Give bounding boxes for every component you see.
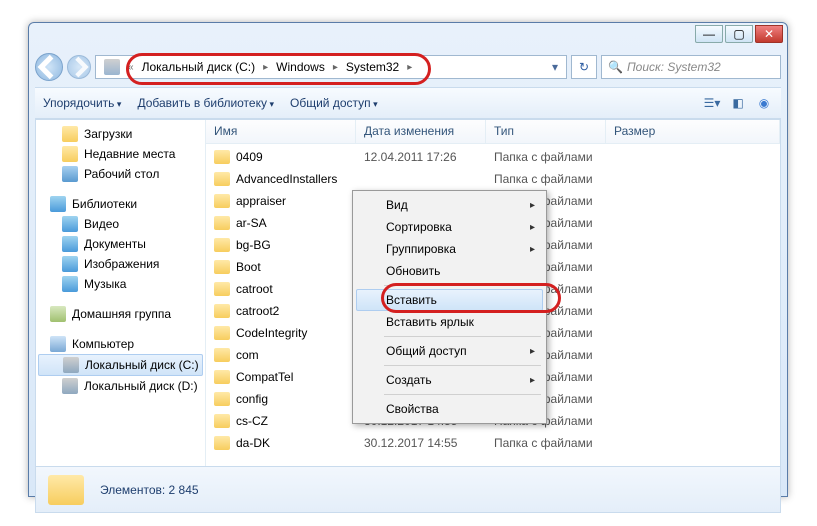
breadcrumb-segment[interactable]: Windows — [270, 56, 331, 78]
folder-icon — [214, 392, 230, 406]
table-row[interactable]: 040912.04.2011 17:26Папка с файлами — [206, 146, 780, 168]
column-size[interactable]: Размер — [606, 120, 780, 143]
nav-forward-button[interactable] — [67, 55, 91, 79]
breadcrumb-segment[interactable]: Локальный диск (C:) — [136, 56, 262, 78]
folder-icon — [214, 260, 230, 274]
column-date[interactable]: Дата изменения — [356, 120, 486, 143]
tree-computer[interactable]: Компьютер — [36, 334, 205, 354]
share-menu[interactable]: Общий доступ — [290, 96, 378, 110]
drive-icon — [104, 59, 120, 75]
tree-recent[interactable]: Недавние места — [36, 144, 205, 164]
ctx-properties[interactable]: Свойства — [356, 398, 543, 420]
tree-video[interactable]: Видео — [36, 214, 205, 234]
chevron-right-icon: ▸ — [261, 62, 270, 73]
tree-drive-d[interactable]: Локальный диск (D:) — [36, 376, 205, 396]
drive-icon — [63, 357, 79, 373]
homegroup-icon — [50, 306, 66, 322]
folder-icon — [214, 150, 230, 164]
ctx-view[interactable]: Вид — [356, 194, 543, 216]
address-bar[interactable]: « Локальный диск (C:) ▸ Windows ▸ System… — [95, 55, 567, 79]
organize-menu[interactable]: Упорядочить — [43, 96, 121, 110]
chevron-right-icon: ▸ — [405, 62, 414, 73]
ctx-paste[interactable]: Вставить — [356, 289, 543, 311]
desktop-icon — [62, 166, 78, 182]
column-name[interactable]: Имя — [206, 120, 356, 143]
tree-drive-c[interactable]: Локальный диск (C:) — [38, 354, 203, 376]
maximize-button[interactable]: ▢ — [725, 25, 753, 43]
music-icon — [62, 276, 78, 292]
tree-homegroup[interactable]: Домашняя группа — [36, 304, 205, 324]
view-options-icon[interactable]: ☰▾ — [703, 94, 721, 112]
add-to-library-menu[interactable]: Добавить в библиотеку — [137, 96, 274, 110]
context-menu: Вид Сортировка Группировка Обновить Вста… — [352, 190, 547, 424]
chevron-right-icon: ▸ — [331, 62, 340, 73]
item-count: Элементов: 2 845 — [100, 483, 199, 497]
folder-icon — [214, 370, 230, 384]
tree-desktop[interactable]: Рабочий стол — [36, 164, 205, 184]
folder-icon — [214, 282, 230, 296]
drive-icon — [62, 378, 78, 394]
library-icon — [50, 196, 66, 212]
ctx-refresh[interactable]: Обновить — [356, 260, 543, 282]
nav-back-button[interactable] — [35, 53, 63, 81]
folder-icon — [214, 238, 230, 252]
ctx-share[interactable]: Общий доступ — [356, 340, 543, 362]
tree-libraries[interactable]: Библиотеки — [36, 194, 205, 214]
search-icon: 🔍 — [608, 60, 623, 74]
column-type[interactable]: Тип — [486, 120, 606, 143]
search-input[interactable]: 🔍 Поиск: System32 — [601, 55, 781, 79]
folder-icon — [214, 348, 230, 362]
folder-icon — [62, 126, 78, 142]
help-icon[interactable]: ◉ — [755, 94, 773, 112]
tree-downloads[interactable]: Загрузки — [36, 124, 205, 144]
folder-icon — [214, 326, 230, 340]
folder-icon — [214, 172, 230, 186]
folder-icon — [214, 194, 230, 208]
titlebar: — ▢ ✕ — [29, 23, 787, 51]
folder-icon — [214, 436, 230, 450]
preview-pane-icon[interactable]: ◧ — [729, 94, 747, 112]
folder-icon — [214, 304, 230, 318]
ctx-group[interactable]: Группировка — [356, 238, 543, 260]
folder-icon — [48, 475, 84, 505]
documents-icon — [62, 236, 78, 252]
pictures-icon — [62, 256, 78, 272]
close-button[interactable]: ✕ — [755, 25, 783, 43]
tree-music[interactable]: Музыка — [36, 274, 205, 294]
ctx-sort[interactable]: Сортировка — [356, 216, 543, 238]
folder-icon — [214, 216, 230, 230]
status-bar: Элементов: 2 845 — [35, 467, 781, 513]
toolbar: Упорядочить Добавить в библиотеку Общий … — [35, 87, 781, 119]
video-icon — [62, 216, 78, 232]
table-row[interactable]: AdvancedInstallersПапка с файлами — [206, 168, 780, 190]
ctx-paste-shortcut[interactable]: Вставить ярлык — [356, 311, 543, 333]
refresh-button[interactable]: ↻ — [571, 55, 597, 79]
nav-tree: Загрузки Недавние места Рабочий стол Биб… — [36, 120, 206, 466]
address-dropdown-icon[interactable]: ▾ — [546, 60, 564, 74]
minimize-button[interactable]: — — [695, 25, 723, 43]
chevron-right-icon: « — [126, 62, 136, 73]
table-row[interactable]: da-DK30.12.2017 14:55Папка с файлами — [206, 432, 780, 454]
folder-icon — [214, 414, 230, 428]
computer-icon — [50, 336, 66, 352]
tree-pictures[interactable]: Изображения — [36, 254, 205, 274]
tree-documents[interactable]: Документы — [36, 234, 205, 254]
ctx-create[interactable]: Создать — [356, 369, 543, 391]
breadcrumb-segment[interactable]: System32 — [340, 56, 405, 78]
folder-icon — [62, 146, 78, 162]
